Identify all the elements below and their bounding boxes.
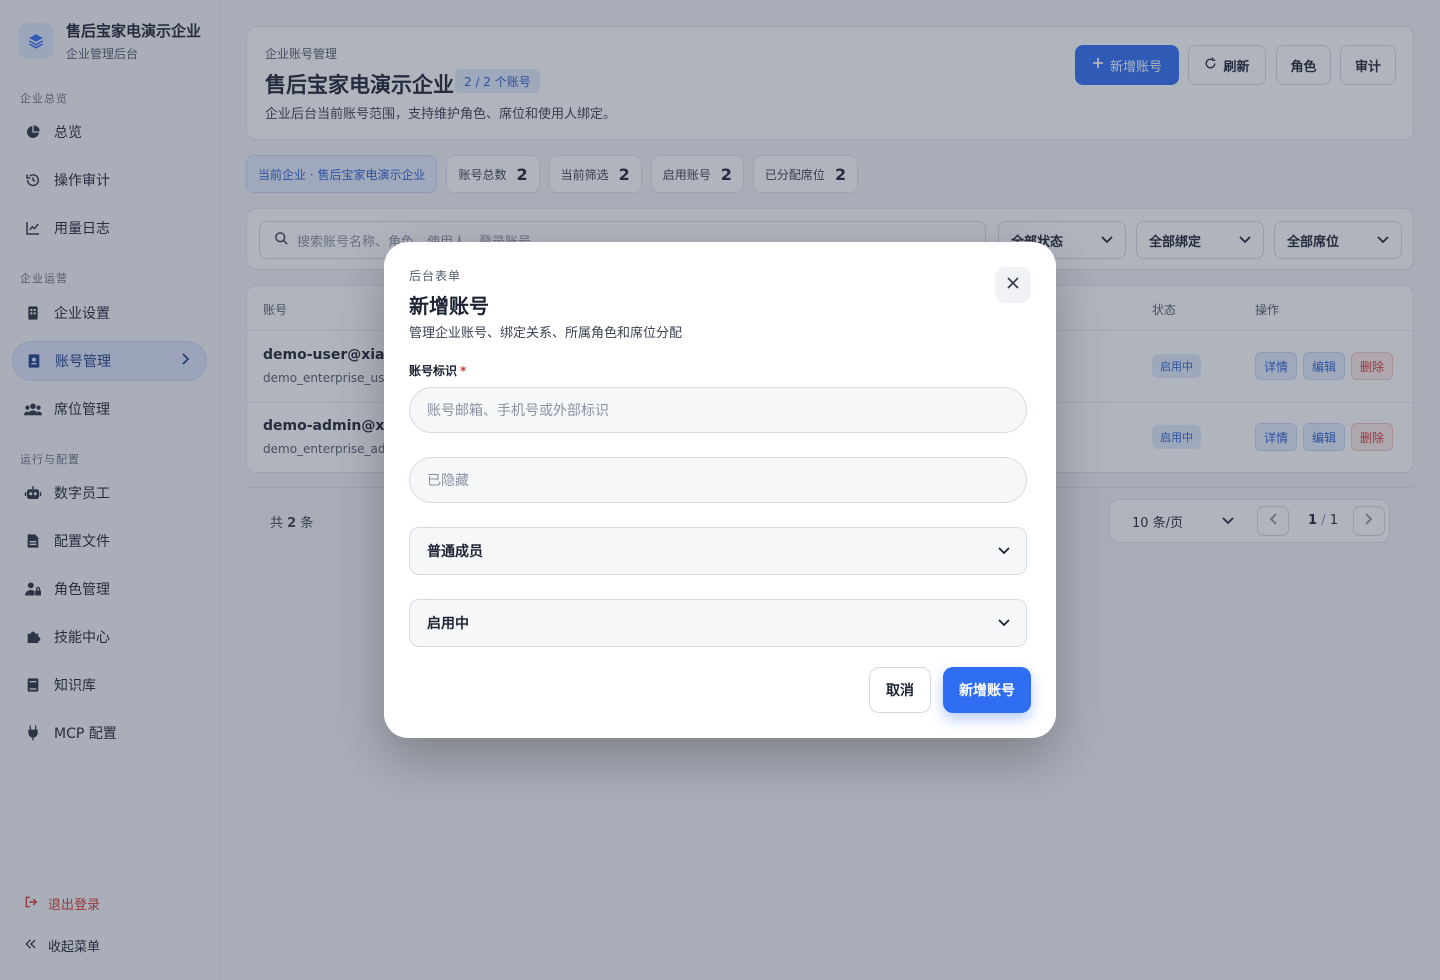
dialog-title: 新增账号 [409, 294, 489, 318]
role-select-value: 普通成员 [427, 544, 483, 560]
account-id-input[interactable]: 账号邮箱、手机号或外部标识 [409, 387, 1027, 433]
account-id-label: 账号标识 * [409, 362, 466, 379]
hidden-field-placeholder: 已隐藏 [427, 473, 469, 489]
close-icon [1007, 277, 1019, 293]
chevron-down-icon [998, 615, 1010, 631]
submit-add-account-button[interactable]: 新增账号 [943, 667, 1031, 713]
cancel-button[interactable]: 取消 [869, 667, 931, 713]
account-id-label-text: 账号标识 [409, 364, 458, 378]
required-mark: * [460, 364, 467, 378]
account-id-placeholder: 账号邮箱、手机号或外部标识 [427, 403, 609, 419]
status-select-value: 启用中 [427, 616, 469, 632]
hidden-field-input[interactable]: 已隐藏 [409, 457, 1027, 503]
chevron-down-icon [998, 543, 1010, 559]
dialog-eyebrow: 后台表单 [409, 269, 462, 283]
dialog-subtitle: 管理企业账号、绑定关系、所属角色和席位分配 [409, 326, 683, 341]
status-select[interactable]: 启用中 [409, 599, 1027, 647]
role-select[interactable]: 普通成员 [409, 527, 1027, 575]
add-account-dialog: 后台表单 新增账号 管理企业账号、绑定关系、所属角色和席位分配 账号标识 * 账号… [384, 242, 1056, 738]
close-button[interactable] [995, 267, 1031, 303]
